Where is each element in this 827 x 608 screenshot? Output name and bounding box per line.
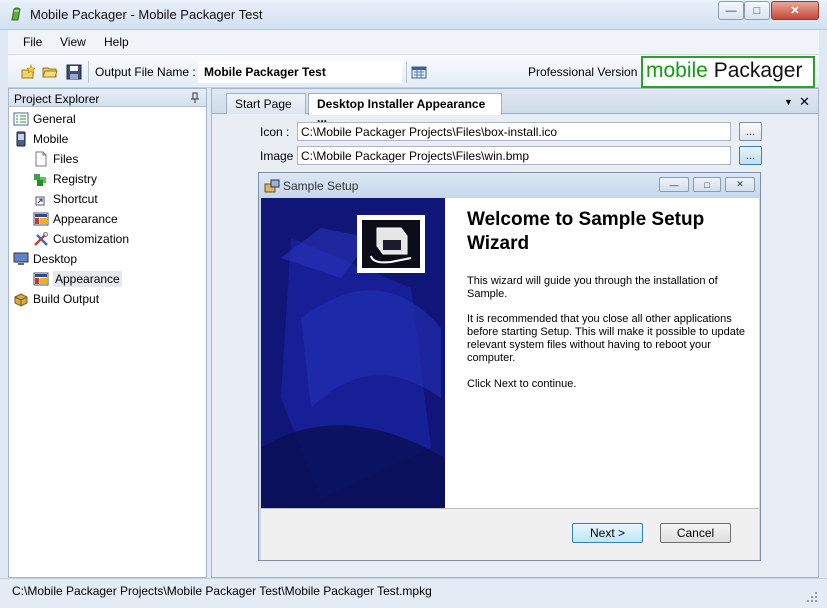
build-output-icon bbox=[14, 293, 28, 307]
tab-list-dropdown-icon[interactable]: ▼ bbox=[784, 97, 793, 107]
tree-item-label: Desktop bbox=[33, 252, 78, 266]
tree-item-files[interactable]: Files bbox=[33, 149, 78, 169]
next-button[interactable]: Next > bbox=[572, 523, 643, 543]
title-bar: Mobile Packager - Mobile Packager Test —… bbox=[0, 0, 827, 30]
toolbar-separator bbox=[88, 61, 89, 83]
document-area: Start Page Desktop Installer Appearance … bbox=[211, 88, 819, 578]
app-icon bbox=[11, 7, 21, 21]
project-explorer-title: Project Explorer bbox=[14, 92, 100, 106]
wizard-continue-text: Click Next to continue. bbox=[467, 378, 577, 390]
tree-item-label: Appearance bbox=[53, 212, 118, 226]
wizard-recommendation-text: It is recommended that you close all oth… bbox=[467, 313, 746, 364]
tree-item-mobile[interactable]: Mobile bbox=[13, 129, 68, 149]
preview-title-bar: Sample Setup — □ ✕ bbox=[259, 173, 760, 198]
image-browse-button[interactable]: ... bbox=[739, 146, 762, 165]
logo-text-packager: Packager bbox=[713, 59, 803, 82]
open-folder-icon[interactable] bbox=[42, 64, 58, 80]
menu-bar: File View Help bbox=[8, 30, 819, 54]
icon-browse-button[interactable]: ... bbox=[739, 122, 762, 141]
mobile-device-icon bbox=[16, 131, 26, 147]
resize-grip-icon[interactable] bbox=[806, 591, 818, 603]
preview-maximize-button[interactable]: □ bbox=[693, 177, 721, 192]
general-icon bbox=[13, 112, 29, 126]
tree-item-label: Appearance bbox=[53, 271, 122, 287]
project-explorer-header: Project Explorer bbox=[9, 89, 206, 107]
setup-wizard-preview: Sample Setup — □ ✕ Welcome to Sample Set… bbox=[258, 172, 761, 561]
menu-view[interactable]: View bbox=[60, 35, 86, 49]
installer-icon bbox=[264, 179, 280, 193]
tree-item-registry[interactable]: Registry bbox=[33, 169, 97, 189]
tree-item-general[interactable]: General bbox=[13, 109, 76, 129]
shortcut-icon bbox=[35, 196, 45, 206]
image-label: Image : bbox=[260, 149, 301, 163]
icon-label: Icon : bbox=[260, 125, 290, 139]
toolbar-separator bbox=[406, 61, 407, 83]
preview-title: Sample Setup bbox=[283, 179, 359, 193]
tree-item-appearance-mobile[interactable]: Appearance bbox=[33, 209, 118, 229]
tree-item-customization[interactable]: Customization bbox=[33, 229, 129, 249]
tree-item-label: Files bbox=[53, 152, 79, 166]
minimize-button[interactable]: — bbox=[718, 1, 744, 20]
save-icon[interactable] bbox=[66, 64, 82, 80]
tree-item-desktop[interactable]: Desktop bbox=[13, 249, 77, 269]
appearance-icon bbox=[33, 212, 49, 226]
tree-item-shortcut[interactable]: Shortcut bbox=[33, 189, 98, 209]
tab-start-page[interactable]: Start Page bbox=[226, 93, 306, 114]
wizard-intro-text: This wizard will guide you through the i… bbox=[467, 275, 718, 300]
image-path-input[interactable] bbox=[297, 146, 731, 165]
wizard-heading: Welcome to Sample Setup Wizard bbox=[467, 209, 705, 254]
output-file-name-input[interactable] bbox=[198, 61, 402, 83]
menu-help[interactable]: Help bbox=[104, 35, 129, 49]
tree-item-label: Registry bbox=[53, 172, 98, 186]
window-title: Mobile Packager - Mobile Packager Test bbox=[30, 7, 263, 22]
tree-item-label: Mobile bbox=[33, 132, 69, 146]
tree-item-label: General bbox=[33, 112, 76, 126]
wizard-footer: Next > Cancel bbox=[261, 508, 759, 560]
project-explorer-panel: Project Explorer General Mobile Files Re… bbox=[8, 88, 207, 578]
registry-icon bbox=[34, 174, 46, 186]
brand-logo: mobile Packager bbox=[641, 56, 815, 88]
tree-item-label: Build Output bbox=[33, 292, 100, 306]
output-file-name-label: Output File Name : bbox=[95, 65, 196, 79]
preview-minimize-button[interactable]: — bbox=[659, 177, 689, 192]
toolbar: Output File Name : Professional Version … bbox=[8, 54, 819, 88]
appearance-icon bbox=[33, 272, 49, 286]
calendar-icon[interactable] bbox=[411, 64, 427, 80]
tab-close-icon[interactable]: ✕ bbox=[799, 94, 810, 110]
cancel-button[interactable]: Cancel bbox=[660, 523, 731, 543]
menu-file[interactable]: File bbox=[23, 35, 42, 49]
customization-icon bbox=[34, 232, 48, 246]
tab-desktop-installer-appearance[interactable]: Desktop Installer Appearance ... bbox=[308, 93, 502, 125]
tab-strip: Start Page Desktop Installer Appearance … bbox=[212, 89, 818, 125]
preview-close-button[interactable]: ✕ bbox=[725, 177, 755, 192]
status-bar: C:\Mobile Packager Projects\Mobile Packa… bbox=[0, 578, 827, 608]
logo-text-mobile: mobile bbox=[646, 59, 708, 82]
icon-path-input[interactable] bbox=[297, 122, 731, 141]
close-button[interactable]: ✕ bbox=[771, 1, 819, 20]
status-file-path: C:\Mobile Packager Projects\Mobile Packa… bbox=[12, 584, 432, 598]
wizard-body: Welcome to Sample Setup Wizard This wiza… bbox=[261, 198, 759, 508]
maximize-button[interactable]: □ bbox=[744, 1, 770, 20]
tree-item-build-output[interactable]: Build Output bbox=[13, 289, 99, 309]
pin-icon[interactable] bbox=[190, 92, 200, 104]
new-project-icon[interactable] bbox=[20, 64, 36, 80]
desktop-icon bbox=[13, 252, 29, 265]
tree-item-label: Shortcut bbox=[53, 192, 98, 206]
version-label: Professional Version bbox=[528, 65, 638, 79]
tree-item-label: Customization bbox=[53, 232, 130, 246]
files-icon bbox=[35, 151, 47, 167]
tree-item-appearance-desktop[interactable]: Appearance bbox=[33, 269, 122, 289]
wizard-side-image bbox=[261, 198, 445, 508]
